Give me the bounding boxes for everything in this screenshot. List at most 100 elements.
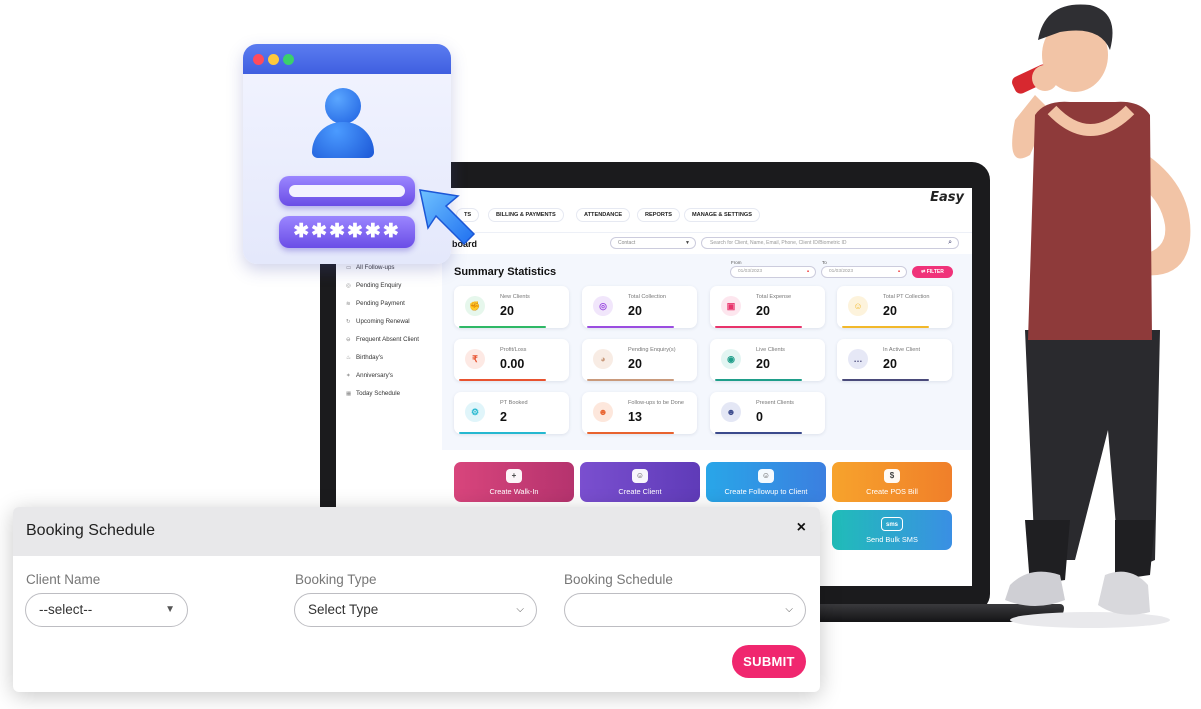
filter-button-label: FILTER	[926, 269, 944, 275]
stat-value: 0.00	[500, 357, 525, 371]
stat-value: 20	[756, 357, 770, 371]
client-name-select[interactable]: --select-- ▼	[25, 593, 188, 627]
nav-tab-reports[interactable]: REPORTS	[637, 208, 681, 222]
nav-tab-manage-settings[interactable]: MANAGE & SETTINGS	[684, 208, 760, 222]
branch-select[interactable]: Contact ▼	[610, 237, 696, 249]
stat-label: New Clients	[500, 294, 530, 300]
stat-label: In Active Client	[883, 347, 920, 353]
stat-card[interactable]: … In Active Client 20	[837, 339, 952, 381]
chevron-down-icon: ▼	[685, 240, 690, 246]
booking-type-value: Select Type	[308, 602, 379, 617]
person-drinking-illustration	[1005, 4, 1191, 628]
stat-label: Total Collection	[628, 294, 666, 300]
sidebar-item-all-follow-ups[interactable]: ▭ All Follow-ups	[346, 264, 395, 271]
stat-label: Live Clients	[756, 347, 785, 353]
nav-tab-attendance[interactable]: ATTENDANCE	[576, 208, 631, 222]
quick-action-button[interactable]: sms Send Bulk SMS	[832, 510, 952, 550]
summary-statistics-title: Summary Statistics	[454, 266, 557, 278]
stat-card[interactable]: ✊ New Clients 20	[454, 286, 569, 328]
booking-type-label: Booking Type	[295, 572, 377, 587]
followup-icon: ☺	[758, 469, 774, 483]
window-close-dot	[253, 54, 264, 65]
stat-accent-bar	[715, 432, 802, 434]
stat-card[interactable]: ☻ Present Clients 0	[710, 392, 825, 434]
page-toolbar: board Contact ▼ Search for Client, Name,…	[442, 232, 972, 254]
live-icon: ◉	[721, 349, 741, 369]
client-name-value: --select--	[39, 602, 93, 617]
sidebar-item-label: Upcoming Renewal	[356, 318, 410, 325]
cake-icon: ♨	[346, 355, 351, 361]
sidebar-item-today-schedule[interactable]: ▦ Today Schedule	[346, 390, 400, 397]
enquiry-icon: ◕	[593, 349, 613, 369]
branch-select-value: Contact	[618, 240, 636, 246]
chevron-down-icon: ⌵	[785, 604, 793, 615]
password-field-illustration: ✱✱✱✱✱✱	[279, 216, 415, 248]
stat-label: PT Booked	[500, 400, 528, 406]
quick-action-label: Create Followup to Client	[724, 487, 808, 496]
caret-down-icon: ▼	[165, 604, 175, 615]
stat-value: 20	[883, 357, 897, 371]
party-icon: ✶	[346, 373, 351, 379]
stat-accent-bar	[459, 432, 546, 434]
close-icon[interactable]: ×	[797, 519, 806, 537]
stat-card[interactable]: ⚙ PT Booked 2	[454, 392, 569, 434]
booking-schedule-label: Booking Schedule	[564, 572, 673, 587]
quick-action-button[interactable]: ☺ Create Followup to Client	[706, 462, 826, 502]
filter-button[interactable]: ⇌ FILTER	[912, 266, 953, 278]
stat-card[interactable]: ◉ Live Clients 20	[710, 339, 825, 381]
modal-title: Booking Schedule	[26, 522, 155, 539]
client-name-label: Client Name	[26, 572, 101, 587]
sidebar-item-birthdays[interactable]: ♨ Birthday's	[346, 354, 383, 361]
sidebar-item-pending-enquiry[interactable]: ◎ Pending Enquiry	[346, 282, 401, 289]
calendar-icon: ▪	[897, 269, 900, 275]
payment-icon: ≋	[346, 301, 351, 307]
quick-action-label: Send Bulk SMS	[866, 535, 918, 544]
quick-action-label: Create Walk-In	[489, 487, 539, 496]
user-avatar-icon	[325, 88, 361, 124]
window-minimize-dot	[268, 54, 279, 65]
from-date-input[interactable]: 01/03/2023 ▪	[730, 266, 816, 278]
walk-in-icon: +	[506, 469, 522, 483]
stat-card[interactable]: ☻ Follow-ups to be Done 13	[582, 392, 697, 434]
sidebar-item-label: Anniversary's	[356, 372, 393, 379]
stat-value: 0	[756, 410, 763, 424]
absent-icon: ⊖	[346, 337, 351, 343]
sidebar-item-frequent-absent[interactable]: ⊖ Frequent Absent Client	[346, 336, 419, 343]
sidebar-item-label: Pending Payment	[356, 300, 405, 307]
quick-action-button[interactable]: + Create Walk-In	[454, 462, 574, 502]
stat-label: Total Expense	[756, 294, 792, 300]
stat-card[interactable]: ▣ Total Expense 20	[710, 286, 825, 328]
stat-value: 20	[628, 304, 642, 318]
calendar-icon: ▪	[806, 269, 809, 275]
nav-tab-billing[interactable]: BILLING & PAYMENTS	[488, 208, 564, 222]
stat-accent-bar	[459, 379, 546, 381]
stat-label: Follow-ups to be Done	[628, 400, 684, 406]
stat-accent-bar	[715, 326, 802, 328]
stat-label: Profit/Loss	[500, 347, 527, 353]
submit-button[interactable]: SUBMIT	[732, 645, 806, 678]
to-date-value: 01/03/2023	[829, 269, 854, 274]
global-search-placeholder: Search for Client, Name, Email, Phone, C…	[710, 240, 847, 246]
stat-card[interactable]: ◎ Total Collection 20	[582, 286, 697, 328]
from-date-value: 01/03/2023	[738, 269, 763, 274]
booking-type-select[interactable]: Select Type ⌵	[294, 593, 537, 627]
quick-action-label: Create POS Bill	[866, 487, 918, 496]
sidebar-item-pending-payment[interactable]: ≋ Pending Payment	[346, 300, 405, 307]
search-icon[interactable]: ⌕	[948, 238, 952, 248]
muscle-icon: ✊	[465, 296, 485, 316]
stat-card[interactable]: ◕ Pending Enquiry(s) 20	[582, 339, 697, 381]
stat-card[interactable]: ☺ Total PT Collection 20	[837, 286, 952, 328]
to-date-input[interactable]: 01/03/2023 ▪	[821, 266, 907, 278]
global-search-input[interactable]: Search for Client, Name, Email, Phone, C…	[701, 237, 959, 249]
sidebar-item-label: Frequent Absent Client	[356, 336, 419, 343]
sidebar-item-upcoming-renewal[interactable]: ↻ Upcoming Renewal	[346, 318, 410, 325]
stat-value: 13	[628, 410, 642, 424]
stat-label: Pending Enquiry(s)	[628, 347, 676, 353]
stat-card[interactable]: ₹ Profit/Loss 0.00	[454, 339, 569, 381]
sidebar-item-anniversaries[interactable]: ✶ Anniversary's	[346, 372, 393, 379]
stat-accent-bar	[715, 379, 802, 381]
quick-action-button[interactable]: ☺ Create Client	[580, 462, 700, 502]
booking-schedule-select[interactable]: ⌵	[564, 593, 806, 627]
renewal-icon: ↻	[346, 319, 351, 325]
quick-action-button[interactable]: $ Create POS Bill	[832, 462, 952, 502]
